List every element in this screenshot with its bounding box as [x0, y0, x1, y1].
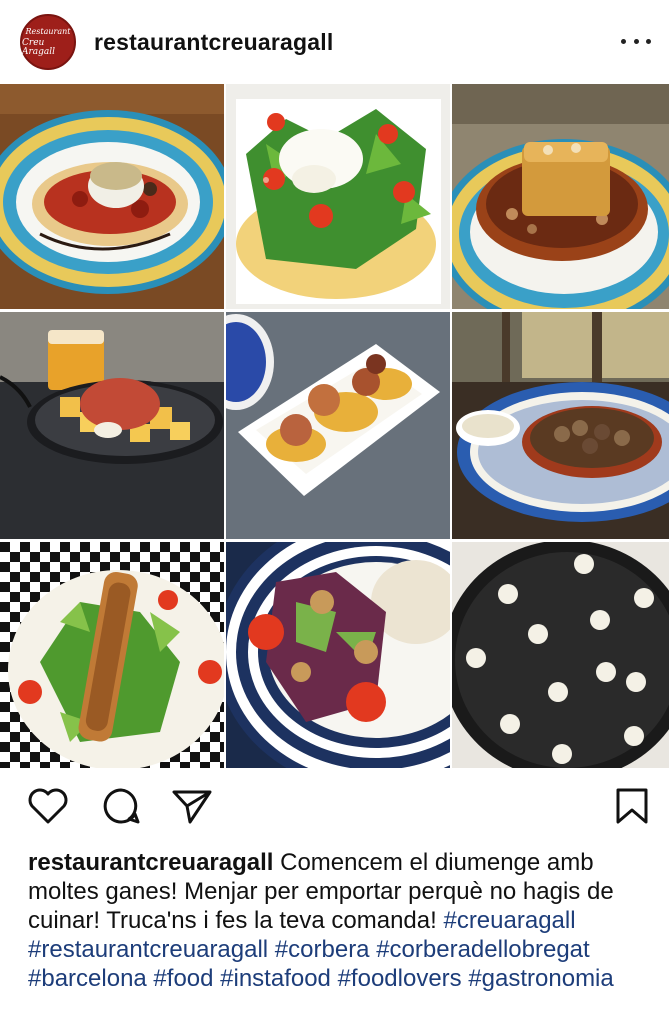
photo-octopus-on-potato — [226, 312, 450, 539]
caption-username[interactable]: restaurantcreuaragall — [28, 849, 273, 876]
more-horizontal-icon[interactable] — [621, 26, 651, 56]
post-header: Restaurant Creu Aragall restaurantcreuar… — [0, 0, 669, 84]
photo-grid[interactable] — [0, 84, 669, 768]
photo-snails-cassola — [452, 312, 669, 539]
photo-burrata-salad — [226, 84, 450, 309]
photo-patatas-bravas — [0, 312, 224, 539]
heart-icon[interactable] — [24, 782, 72, 830]
photo-goat-cheese-coca — [0, 84, 224, 309]
avatar-text-line2: Creu Aragall — [22, 37, 56, 57]
post-username[interactable]: restaurantcreuaragall — [94, 29, 333, 56]
bookmark-icon[interactable] — [608, 782, 656, 830]
avatar-text-line1: Restaurant — [25, 26, 71, 36]
photo-black-rice-paella — [452, 542, 669, 768]
photo-cake-with-nuts — [452, 84, 669, 309]
post-caption: restaurantcreuaragall Comencem el diumen… — [28, 848, 653, 993]
photo-crispy-chicken-salad — [0, 542, 224, 768]
post-actions — [0, 782, 669, 832]
avatar[interactable]: Restaurant Creu Aragall — [20, 14, 76, 70]
comment-icon[interactable] — [97, 782, 145, 830]
photo-walnut-salad — [226, 542, 450, 768]
send-icon[interactable] — [168, 782, 216, 830]
